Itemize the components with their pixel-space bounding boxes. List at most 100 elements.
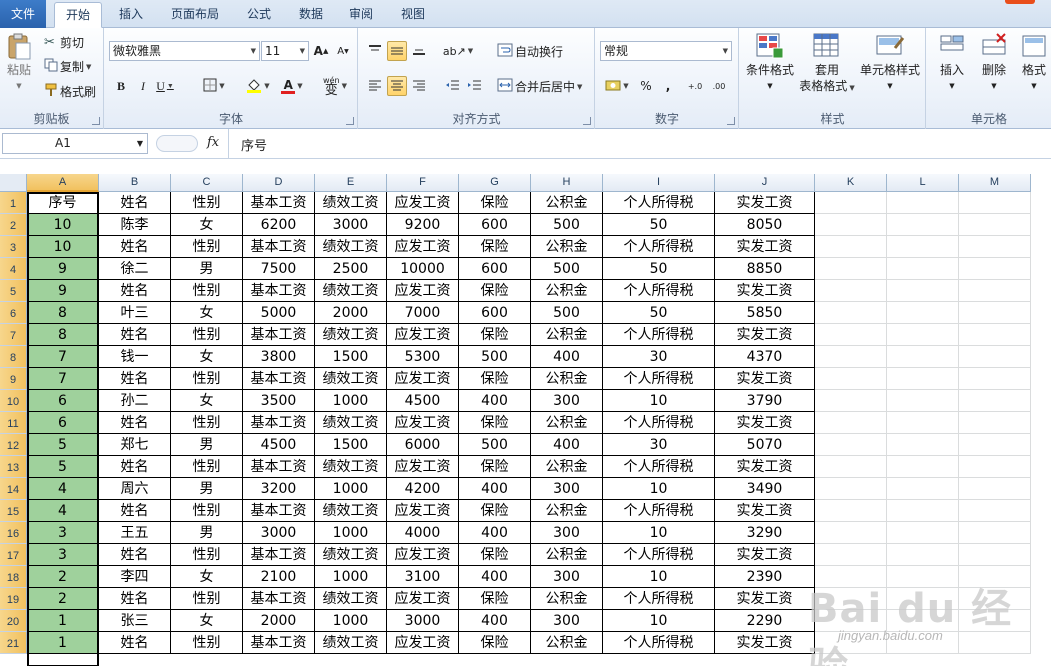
- cell-c14[interactable]: 男: [171, 478, 243, 500]
- cell-k7[interactable]: [815, 324, 887, 346]
- cell-l16[interactable]: [887, 522, 959, 544]
- cell-b17[interactable]: 姓名: [99, 544, 171, 566]
- tab-data[interactable]: 数据: [290, 2, 332, 28]
- cell-f20[interactable]: 3000: [387, 610, 459, 632]
- cell-k13[interactable]: [815, 456, 887, 478]
- cell-d1[interactable]: 基本工资: [243, 192, 315, 214]
- cell-k6[interactable]: [815, 302, 887, 324]
- cell-e12[interactable]: 1500: [315, 434, 387, 456]
- tab-insert[interactable]: 插入: [110, 2, 152, 28]
- cell-i6[interactable]: 50: [603, 302, 715, 324]
- cell-c3[interactable]: 性别: [171, 236, 243, 258]
- font-size-combo[interactable]: 11 ▼: [261, 41, 309, 61]
- cell-d11[interactable]: 基本工资: [243, 412, 315, 434]
- decrease-decimal-button[interactable]: .00: [708, 76, 730, 96]
- cell-h6[interactable]: 500: [531, 302, 603, 324]
- cell-d3[interactable]: 基本工资: [243, 236, 315, 258]
- cell-m4[interactable]: [959, 258, 1031, 280]
- cell-l19[interactable]: [887, 588, 959, 610]
- cell-h2[interactable]: 500: [531, 214, 603, 236]
- cell-g7[interactable]: 保险: [459, 324, 531, 346]
- row-header[interactable]: 10: [0, 390, 27, 412]
- cell-m2[interactable]: [959, 214, 1031, 236]
- cell-g20[interactable]: 400: [459, 610, 531, 632]
- cell-f6[interactable]: 7000: [387, 302, 459, 324]
- row-header[interactable]: 6: [0, 302, 27, 324]
- conditional-format-button[interactable]: 条件格式 ▼: [742, 32, 798, 94]
- cell-b9[interactable]: 姓名: [99, 368, 171, 390]
- cell-e11[interactable]: 绩效工资: [315, 412, 387, 434]
- cell-f8[interactable]: 5300: [387, 346, 459, 368]
- cell-h21[interactable]: 公积金: [531, 632, 603, 654]
- cell-k8[interactable]: [815, 346, 887, 368]
- cell-m16[interactable]: [959, 522, 1031, 544]
- cell-c6[interactable]: 女: [171, 302, 243, 324]
- cell-a13[interactable]: 5: [27, 456, 99, 478]
- row-header[interactable]: 17: [0, 544, 27, 566]
- column-header-f[interactable]: F: [387, 174, 459, 192]
- worksheet-grid[interactable]: ABCDEFGHIJKLM 1 序号 姓名 性别 基本工资 绩效工资 应发工资 保险 公积金 个人…: [0, 174, 1051, 666]
- cell-f11[interactable]: 应发工资: [387, 412, 459, 434]
- row-header[interactable]: 14: [0, 478, 27, 500]
- cell-a1[interactable]: 序号: [27, 192, 99, 214]
- cell-l5[interactable]: [887, 280, 959, 302]
- cell-i16[interactable]: 10: [603, 522, 715, 544]
- cell-i12[interactable]: 30: [603, 434, 715, 456]
- cell-g17[interactable]: 保险: [459, 544, 531, 566]
- cell-b11[interactable]: 姓名: [99, 412, 171, 434]
- cell-k9[interactable]: [815, 368, 887, 390]
- cell-m5[interactable]: [959, 280, 1031, 302]
- italic-button[interactable]: I: [133, 76, 153, 96]
- cell-c18[interactable]: 女: [171, 566, 243, 588]
- row-header[interactable]: 4: [0, 258, 27, 280]
- cell-f14[interactable]: 4200: [387, 478, 459, 500]
- cell-h18[interactable]: 300: [531, 566, 603, 588]
- align-right-button[interactable]: [409, 76, 429, 96]
- borders-button[interactable]: ▼: [199, 76, 229, 96]
- cell-i19[interactable]: 个人所得税: [603, 588, 715, 610]
- cell-g6[interactable]: 600: [459, 302, 531, 324]
- row-header[interactable]: 16: [0, 522, 27, 544]
- cell-l15[interactable]: [887, 500, 959, 522]
- cell-j15[interactable]: 实发工资: [715, 500, 815, 522]
- cell-j8[interactable]: 4370: [715, 346, 815, 368]
- delete-cells-button[interactable]: 删除 ▼: [973, 32, 1015, 94]
- cell-j19[interactable]: 实发工资: [715, 588, 815, 610]
- fill-color-button[interactable]: ▼: [243, 76, 273, 96]
- cell-e21[interactable]: 绩效工资: [315, 632, 387, 654]
- cell-i4[interactable]: 50: [603, 258, 715, 280]
- cell-c13[interactable]: 性别: [171, 456, 243, 478]
- insert-cells-button[interactable]: 插入 ▼: [931, 32, 973, 94]
- cell-f13[interactable]: 应发工资: [387, 456, 459, 478]
- cell-k14[interactable]: [815, 478, 887, 500]
- align-bottom-button[interactable]: [409, 41, 429, 61]
- cell-m19[interactable]: [959, 588, 1031, 610]
- cell-b21[interactable]: 姓名: [99, 632, 171, 654]
- cell-f1[interactable]: 应发工资: [387, 192, 459, 214]
- font-name-combo[interactable]: 微软雅黑 ▼: [109, 41, 260, 61]
- tab-home[interactable]: 开始: [54, 2, 102, 28]
- paste-button[interactable]: 粘贴 ▼: [2, 32, 36, 94]
- cell-f5[interactable]: 应发工资: [387, 280, 459, 302]
- cell-m21[interactable]: [959, 632, 1031, 654]
- cell-a9[interactable]: 7: [27, 368, 99, 390]
- shrink-font-button[interactable]: A ▼: [333, 41, 353, 61]
- cell-d21[interactable]: 基本工资: [243, 632, 315, 654]
- cell-m7[interactable]: [959, 324, 1031, 346]
- cell-c15[interactable]: 性别: [171, 500, 243, 522]
- select-all-corner[interactable]: [0, 174, 27, 192]
- number-launcher-icon[interactable]: [727, 117, 735, 125]
- row-header[interactable]: 20: [0, 610, 27, 632]
- cell-h1[interactable]: 公积金: [531, 192, 603, 214]
- cell-l3[interactable]: [887, 236, 959, 258]
- cell-styles-button[interactable]: 单元格样式 ▼: [856, 32, 924, 94]
- accounting-format-button[interactable]: ▼: [602, 76, 632, 96]
- column-header-e[interactable]: E: [315, 174, 387, 192]
- cell-i3[interactable]: 个人所得税: [603, 236, 715, 258]
- column-header-g[interactable]: G: [459, 174, 531, 192]
- cell-c7[interactable]: 性别: [171, 324, 243, 346]
- cell-b5[interactable]: 姓名: [99, 280, 171, 302]
- cell-l4[interactable]: [887, 258, 959, 280]
- align-left-button[interactable]: [365, 76, 385, 96]
- cell-l6[interactable]: [887, 302, 959, 324]
